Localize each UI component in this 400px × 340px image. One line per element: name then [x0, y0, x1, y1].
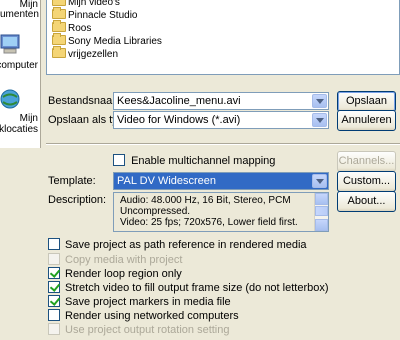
template-combo[interactable]: PAL DV Widescreen	[113, 172, 329, 190]
option-label: Render using networked computers	[65, 310, 239, 322]
place-my-computer[interactable]: computer	[0, 34, 41, 74]
option-label: Save project markers in media file	[65, 296, 231, 308]
multichannel-label: Enable multichannel mapping	[131, 155, 276, 167]
description-line: Video: 25 fps; 720x576, Lower field firs…	[120, 217, 298, 228]
option-checkbox[interactable]	[48, 253, 60, 265]
file-name: Pinnacle Studio	[68, 10, 138, 21]
filename-value: Kees&Jacoline_menu.avi	[117, 95, 241, 107]
option-checkbox[interactable]	[48, 309, 60, 321]
option-checkbox[interactable]	[48, 238, 60, 250]
savetype-value: Video for Windows (*.avi)	[117, 114, 241, 126]
option-label: Use project output rotation setting	[65, 324, 230, 336]
description-line: Uncompressed.	[120, 206, 191, 217]
chevron-down-icon[interactable]	[312, 94, 327, 108]
about-button[interactable]: About...	[337, 191, 396, 212]
scroll-down-icon[interactable]	[315, 219, 328, 231]
option-label: Save project as path reference in render…	[65, 239, 307, 251]
option-save-markers[interactable]: Save project markers in media file	[48, 295, 231, 308]
network-places-icon	[0, 89, 20, 109]
place-network-places[interactable]: Mijn eklocaties	[0, 88, 41, 136]
chevron-down-icon[interactable]	[312, 113, 327, 127]
option-stretch-video[interactable]: Stretch video to fill output frame size …	[48, 281, 329, 294]
list-item[interactable]: Pinnacle Studio	[52, 7, 138, 21]
save-button[interactable]: Opslaan	[337, 91, 396, 112]
folder-icon	[52, 7, 66, 19]
option-checkbox[interactable]	[48, 295, 60, 307]
place-my-documents[interactable]: Mijn umenten	[0, 0, 41, 20]
description-scrollbar[interactable]	[314, 193, 328, 231]
option-label: Stretch video to fill output frame size …	[65, 282, 329, 294]
option-copy-media[interactable]: Copy media with project	[48, 253, 182, 266]
place-label-line: eklocaties	[0, 124, 38, 135]
file-name: Mijn video's	[68, 0, 120, 8]
option-render-loop[interactable]: Render loop region only	[48, 267, 182, 280]
savetype-combo[interactable]: Video for Windows (*.avi)	[113, 111, 329, 129]
folder-icon	[52, 0, 66, 6]
description-label: Description:	[48, 194, 107, 206]
option-label: Render loop region only	[65, 268, 182, 280]
channels-button[interactable]: Channels...	[337, 151, 396, 172]
template-label: Template:	[48, 175, 96, 187]
place-label-line: Mijn	[19, 113, 38, 124]
custom-button[interactable]: Custom...	[337, 171, 396, 192]
folder-icon	[52, 33, 66, 45]
list-item[interactable]: vrijgezellen	[52, 46, 119, 60]
cancel-button[interactable]: Annuleren	[337, 110, 396, 131]
my-computer-icon	[0, 34, 20, 54]
option-networked-render[interactable]: Render using networked computers	[48, 309, 239, 322]
folder-icon	[52, 46, 66, 58]
filename-combo[interactable]: Kees&Jacoline_menu.avi	[113, 92, 329, 110]
scroll-thumb[interactable]	[315, 206, 328, 216]
option-save-path-reference[interactable]: Save project as path reference in render…	[48, 238, 307, 251]
option-output-rotation[interactable]: Use project output rotation setting	[48, 323, 229, 336]
scroll-up-icon[interactable]	[315, 193, 328, 205]
option-label: Copy media with project	[65, 254, 183, 266]
list-item[interactable]: Mijn video's	[52, 0, 120, 8]
separator	[46, 143, 400, 145]
description-line: Audio: 48.000 Hz, 16 Bit, Stereo, PCM	[120, 195, 291, 206]
multichannel-option[interactable]: Enable multichannel mapping	[113, 154, 275, 167]
multichannel-checkbox[interactable]	[113, 154, 125, 166]
template-value: PAL DV Widescreen	[117, 175, 217, 187]
list-item[interactable]: Sony Media Libraries	[52, 33, 162, 47]
option-checkbox[interactable]	[48, 267, 60, 279]
file-name: Roos	[68, 23, 92, 34]
chevron-down-icon[interactable]	[312, 174, 327, 188]
option-checkbox[interactable]	[48, 281, 60, 293]
description-box[interactable]: Audio: 48.000 Hz, 16 Bit, Stereo, PCM Un…	[113, 192, 329, 232]
place-label-line: umenten	[0, 9, 39, 20]
file-name: vrijgezellen	[68, 49, 119, 60]
file-name: Sony Media Libraries	[68, 36, 162, 47]
folder-icon	[52, 20, 66, 32]
option-checkbox[interactable]	[48, 323, 60, 335]
file-list[interactable]: Mijn video's Pinnacle Studio Roos Sony M…	[46, 0, 400, 75]
place-label-line: computer	[0, 60, 38, 71]
places-bar: Mijn umenten computer Mijn eklocaties	[0, 0, 41, 148]
